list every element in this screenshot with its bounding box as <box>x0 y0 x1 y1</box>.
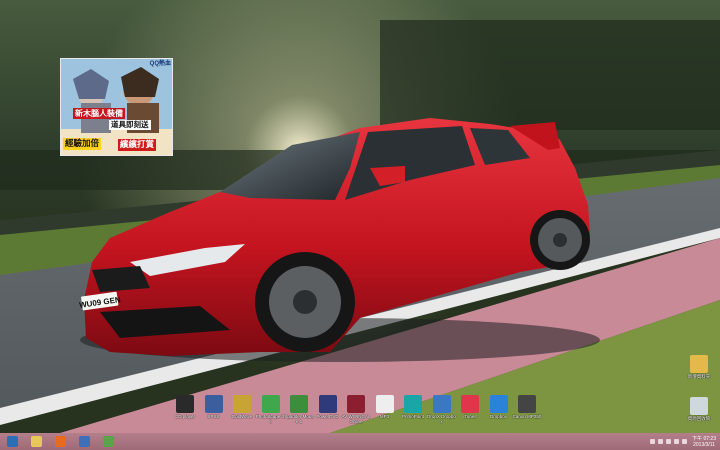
volume-icon[interactable] <box>674 439 680 444</box>
desktop-icon-label: PowerDVD <box>316 414 339 419</box>
folder-icon <box>30 436 42 447</box>
advert-line: 繽繽打賞 <box>118 139 157 151</box>
desktop-icon-label: CD player <box>174 414 195 419</box>
advert-header: QQ熱血 <box>149 61 171 67</box>
game-advert-popup[interactable]: QQ熱血 新木腦人裝備 道具即刻送 經驗加倍 繽繽打賞 <box>60 58 173 156</box>
desktop-icon[interactable]: MP3 <box>370 395 400 419</box>
start-button[interactable] <box>4 434 20 449</box>
desktop-icon[interactable]: DropX Dropbox <box>427 395 457 424</box>
xpadder-icon <box>290 395 308 413</box>
up-arrow-icon[interactable] <box>650 439 656 444</box>
system-tray: 下午 07:23 2013/3/11 <box>650 433 716 450</box>
clock-date: 2013/3/11 <box>693 441 715 448</box>
document-icon <box>375 395 394 413</box>
wifi-icon <box>404 395 422 413</box>
firefox-icon <box>54 436 66 447</box>
powerdvd-icon <box>318 395 337 413</box>
browser-button[interactable] <box>76 434 92 449</box>
game-shield-icon <box>347 395 365 413</box>
photoscape-icon <box>261 395 280 413</box>
desktop-icon[interactable]: Dropbox <box>484 395 514 419</box>
globe-icon <box>78 436 90 447</box>
desktop-icon-label: GoldWave <box>231 414 253 419</box>
cd-player-icon <box>176 395 194 413</box>
desktop-icon[interactable]: 新增資料夾 <box>684 355 714 379</box>
recycle-bin-icon <box>690 397 708 415</box>
itunes-icon <box>461 395 479 413</box>
desktop-icon[interactable]: CD player <box>170 395 200 419</box>
desktop-icon[interactable]: Xpadder Mouse 1 <box>284 395 314 424</box>
desktop-icon-label: 資源回收筒 <box>687 416 711 421</box>
dropx-icon <box>432 395 451 413</box>
keyboard-icon[interactable] <box>682 439 688 444</box>
desktop-icon-label: Xpadder Mouse 1 <box>284 414 314 424</box>
clock-time: 下午 07:23 <box>692 435 716 442</box>
desktop-icon-label: AV WWINGAL Online <box>341 414 371 424</box>
desktop-icon-label: PrimoPoint <box>401 414 424 419</box>
desktop-icon[interactable]: iTunes <box>455 395 485 419</box>
desktop-icon[interactable]: GoldWave <box>227 395 257 419</box>
advert-line: 新木腦人裝備 <box>73 108 125 119</box>
desktop-icon-label: Canon MP250 <box>512 414 542 419</box>
desktop-icon-label: PhotoScape 3.6 <box>255 414 286 424</box>
folder-icon <box>690 355 708 373</box>
desktop-icon-label: 新增資料夾 <box>687 374 711 379</box>
printer-icon <box>518 395 536 413</box>
desktop-icon[interactable]: AV WWINGAL Online <box>341 395 371 424</box>
advert-line: 經驗加倍 <box>63 138 102 150</box>
desktop-icon-label: iTunes <box>463 414 477 419</box>
flag-icon[interactable] <box>658 439 664 444</box>
app-button[interactable] <box>100 434 116 449</box>
firefox-button[interactable] <box>52 434 68 449</box>
clock[interactable]: 下午 07:23 2013/3/11 <box>692 436 716 448</box>
app-icon <box>102 436 114 447</box>
desktop-icon[interactable]: SPSS <box>199 395 229 419</box>
desktop-icon[interactable]: PhotoScape 3.6 <box>256 395 286 424</box>
spss-icon <box>204 395 223 413</box>
desktop-icon-label: SPSS <box>207 414 220 419</box>
taskbar: 下午 07:23 2013/3/11 <box>0 433 720 450</box>
desktop-icon[interactable]: 資源回收筒 <box>684 397 714 421</box>
dropbox-icon <box>489 395 508 413</box>
goldwave-icon <box>233 395 251 413</box>
explorer-button[interactable] <box>28 434 44 449</box>
desktop-icon-label: MP3 <box>379 414 390 419</box>
desktop-icon-label: DropX Dropbox <box>427 414 456 424</box>
desktop-icon[interactable]: PowerDVD <box>313 395 343 419</box>
advert-line: 道具即刻送 <box>109 120 151 130</box>
desktop-icon-label: Dropbox <box>489 414 507 419</box>
windows-logo-icon <box>6 436 18 447</box>
network-icon[interactable] <box>666 439 672 444</box>
desktop-icon[interactable]: PrimoPoint <box>398 395 428 419</box>
desktop-icon[interactable]: Canon MP250 <box>512 395 542 419</box>
